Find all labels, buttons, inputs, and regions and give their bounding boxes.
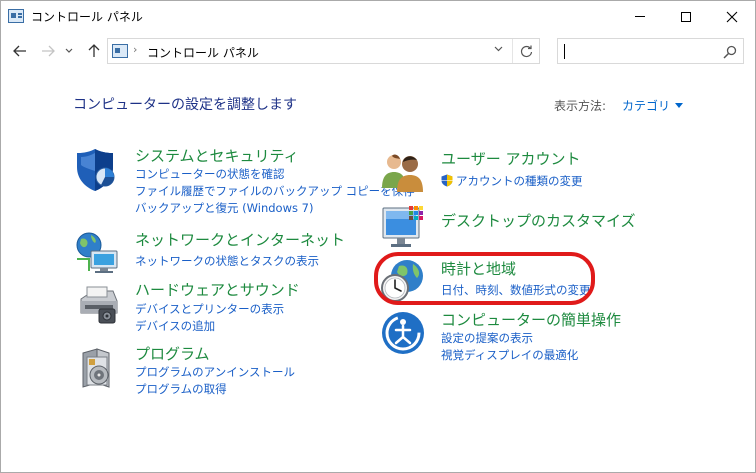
refresh-button[interactable] [512, 39, 540, 63]
category-title[interactable]: ユーザー アカウント [441, 148, 580, 169]
category-title[interactable]: デスクトップのカスタマイズ [441, 210, 636, 231]
category-programs: プログラム プログラムのアンインストール プログラムの取得 [73, 343, 373, 399]
link-settings-suggestions[interactable]: 設定の提案の表示 [441, 330, 533, 346]
maximize-icon [681, 11, 691, 22]
control-panel-window: コントロール パネル › コントロール パネル › コンピューターの設定を調整し… [0, 0, 756, 473]
view-by-label: 表示方法: [554, 99, 607, 113]
category-network-internet: ネットワークとインターネット ネットワークの状態とタスクの表示 [73, 229, 373, 273]
caret-down-icon [675, 103, 684, 108]
printer-icon[interactable] [73, 279, 121, 327]
link-network-status[interactable]: ネットワークの状態とタスクの表示 [135, 253, 319, 269]
link-file-history[interactable]: ファイル履歴でファイルのバックアップ コピーを保存 [135, 183, 415, 199]
category-hardware-sound: ハードウェアとサウンド デバイスとプリンターの表示 デバイスの追加 [73, 279, 373, 335]
navigation-bar: › コントロール パネル › [1, 32, 755, 70]
category-title[interactable]: システムとセキュリティ [135, 145, 299, 166]
breadcrumb-separator[interactable]: › [238, 43, 242, 56]
category-user-accounts: ユーザー アカウント アカウントの種類の変更 [379, 148, 679, 192]
monitor-palette-icon[interactable] [379, 204, 427, 252]
link-optimize-display[interactable]: 視覚ディスプレイの最適化 [441, 347, 578, 363]
uac-shield-icon [441, 174, 453, 187]
link-backup-restore[interactable]: バックアップと復元 (Windows 7) [135, 200, 313, 216]
users-icon[interactable] [379, 148, 427, 196]
category-title[interactable]: コンピューターの簡単操作 [441, 309, 621, 330]
view-by-dropdown[interactable]: カテゴリ [622, 97, 684, 114]
close-button[interactable] [709, 1, 755, 32]
category-title[interactable]: プログラム [135, 343, 210, 364]
link-add-device[interactable]: デバイスの追加 [135, 318, 215, 334]
category-system-security: システムとセキュリティ コンピューターの状態を確認 ファイル履歴でファイルのバッ… [73, 145, 415, 219]
category-title[interactable]: ネットワークとインターネット [135, 229, 345, 250]
network-globe-icon[interactable] [73, 229, 121, 277]
highlight-annotation [374, 252, 595, 305]
minimize-button[interactable] [617, 1, 663, 32]
window-title: コントロール パネル [31, 10, 143, 24]
address-dropdown-button[interactable] [490, 42, 506, 55]
shield-icon[interactable] [73, 145, 121, 193]
arrow-up-icon [88, 44, 100, 57]
forward-button[interactable] [39, 41, 57, 61]
maximize-button[interactable] [663, 1, 709, 32]
chevron-down-icon [65, 48, 73, 53]
up-button[interactable] [85, 41, 103, 61]
recent-locations-button[interactable] [63, 41, 75, 61]
category-ease-of-access: コンピューターの簡単操作 設定の提案の表示 視覚ディスプレイの最適化 [379, 309, 679, 365]
category-desktop-customization: デスクトップのカスタマイズ [379, 204, 679, 252]
link-devices-printers[interactable]: デバイスとプリンターの表示 [135, 301, 284, 317]
minimize-icon [635, 16, 645, 17]
close-icon [726, 11, 738, 22]
link-get-programs[interactable]: プログラムの取得 [135, 381, 227, 397]
view-by-value: カテゴリ [622, 99, 671, 113]
back-button[interactable] [11, 41, 29, 61]
link-check-status[interactable]: コンピューターの状態を確認 [135, 166, 285, 182]
search-input[interactable] [566, 42, 716, 60]
arrow-right-icon [42, 45, 55, 57]
address-bar[interactable]: › コントロール パネル › [107, 38, 540, 64]
link-change-account-type[interactable]: アカウントの種類の変更 [441, 173, 583, 189]
chevron-down-icon [494, 46, 502, 52]
arrow-left-icon [13, 45, 26, 57]
text-caret [564, 44, 565, 59]
link-uninstall-program[interactable]: プログラムのアンインストール [135, 364, 295, 380]
title-bar[interactable]: コントロール パネル [1, 1, 755, 32]
refresh-icon [520, 45, 533, 57]
control-panel-icon [8, 9, 24, 23]
search-icon[interactable] [723, 45, 737, 59]
category-title[interactable]: ハードウェアとサウンド [135, 279, 300, 300]
page-title: コンピューターの設定を調整します [73, 97, 297, 113]
ease-of-access-icon[interactable] [379, 309, 427, 357]
control-panel-icon [112, 44, 128, 58]
link-label[interactable]: アカウントの種類の変更 [456, 174, 583, 188]
programs-icon[interactable] [73, 343, 121, 391]
breadcrumb-separator[interactable]: › [133, 43, 137, 56]
search-box[interactable] [557, 38, 744, 64]
